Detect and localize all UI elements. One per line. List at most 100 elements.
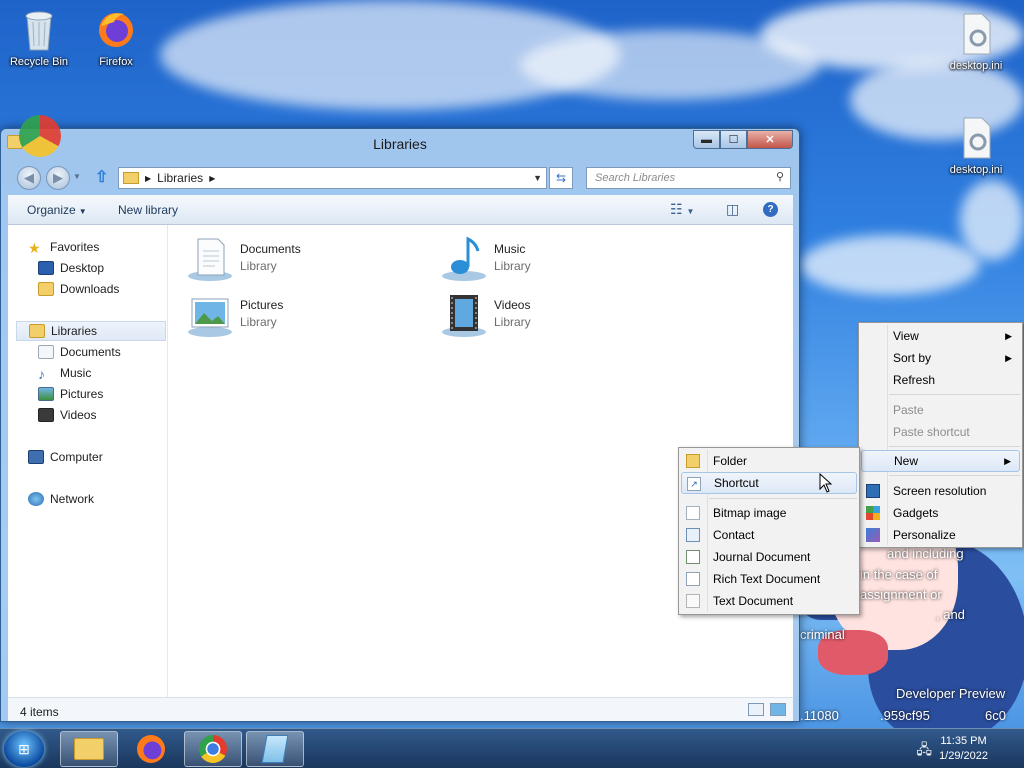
start-button[interactable]: ⊞ <box>4 731 44 767</box>
notepad-icon <box>261 735 289 763</box>
computer-icon <box>28 450 44 464</box>
network-tray-icon[interactable]: 🖧 <box>916 739 932 763</box>
library-type: Library <box>494 259 531 273</box>
details-view-button[interactable] <box>748 703 764 716</box>
close-button[interactable]: ✕ <box>747 130 793 149</box>
menu-item-new-bitmap[interactable]: Bitmap image <box>681 502 857 524</box>
menu-item-refresh[interactable]: Refresh <box>861 369 1020 391</box>
up-arrow-icon[interactable]: ⇧ <box>95 167 108 187</box>
library-item-music[interactable]: Music Library <box>440 235 531 283</box>
settings-file-icon <box>956 116 996 160</box>
wallpaper-text: , and <box>936 607 965 622</box>
gadgets-icon <box>866 506 880 520</box>
status-bar: 4 items <box>8 697 793 721</box>
large-icons-view-button[interactable] <box>770 703 786 716</box>
firefox-icon <box>96 8 136 52</box>
nav-label: Pictures <box>60 387 104 401</box>
nav-label: Network <box>50 492 95 506</box>
forward-button[interactable]: ▶ <box>46 166 70 190</box>
nav-libraries[interactable]: Libraries <box>16 321 166 341</box>
maximize-button[interactable]: ☐ <box>720 130 747 149</box>
monitor-icon <box>866 484 880 498</box>
library-item-pictures[interactable]: Pictures Library <box>186 291 283 339</box>
menu-item-new-text-document[interactable]: Text Document <box>681 590 857 612</box>
nav-favorites[interactable]: ★ Favorites <box>28 237 99 257</box>
menu-item-personalize[interactable]: Personalize <box>861 524 1020 546</box>
search-input[interactable]: Search Libraries ⚲ <box>586 167 791 189</box>
preview-pane-icon[interactable]: ◫ <box>726 201 739 218</box>
nav-pictures[interactable]: Pictures <box>38 384 103 404</box>
personalize-icon <box>866 528 880 542</box>
desktop-icon <box>38 261 54 275</box>
taskbar-firefox[interactable] <box>122 731 180 767</box>
nav-videos[interactable]: Videos <box>38 405 96 425</box>
chevron-down-icon[interactable]: ▼ <box>533 173 542 183</box>
clock[interactable]: 11:35 PM 1/29/2022 <box>939 734 988 764</box>
menu-item-new[interactable]: New ▶ <box>861 450 1020 472</box>
wallpaper-cloud <box>800 235 980 295</box>
explorer-window: Libraries ▬ ☐ ✕ ◀ ▶ ▼ ⇧ ▶ Libraries ▶ ▼ … <box>0 115 800 722</box>
library-folder-icon <box>123 172 139 184</box>
breadcrumb-libraries[interactable]: Libraries <box>157 171 203 185</box>
chevron-right-icon[interactable]: ▶ <box>209 174 215 183</box>
library-type: Library <box>240 259 277 273</box>
clock-time: 11:35 PM <box>940 735 987 747</box>
library-folder-icon <box>29 324 45 338</box>
menu-item-new-journal[interactable]: Journal Document <box>681 546 857 568</box>
menu-item-view[interactable]: View ▶ <box>861 325 1020 347</box>
nav-downloads[interactable]: Downloads <box>38 279 119 299</box>
search-icon[interactable]: ⚲ <box>776 170 784 183</box>
firefox-icon <box>137 735 165 763</box>
videos-icon <box>440 291 488 339</box>
chevron-right-icon: ▶ <box>1004 456 1011 466</box>
mouse-cursor <box>819 472 833 496</box>
wallpaper-text: assignment or <box>860 587 942 602</box>
menu-item-new-folder[interactable]: Folder <box>681 450 857 472</box>
new-library-button[interactable]: New library <box>118 203 178 217</box>
minimize-button[interactable]: ▬ <box>693 130 720 149</box>
nav-desktop[interactable]: Desktop <box>38 258 104 278</box>
nav-music[interactable]: ♪ Music <box>38 363 91 383</box>
desktop-icon-firefox[interactable]: Firefox <box>80 8 152 68</box>
view-options-icon[interactable]: ☷ ▼ <box>670 201 694 218</box>
library-name: Videos <box>494 298 531 312</box>
chevron-right-icon[interactable]: ▶ <box>145 174 151 183</box>
explorer-icon <box>74 738 104 760</box>
address-bar[interactable]: ▶ Libraries ▶ ▼ <box>118 167 547 189</box>
taskbar-chrome[interactable] <box>184 731 242 767</box>
nav-label: Libraries <box>51 324 98 338</box>
menu-item-new-rich-text[interactable]: Rich Text Document <box>681 568 857 590</box>
menu-item-sort-by[interactable]: Sort by ▶ <box>861 347 1020 369</box>
desktop-icon-desktop-ini[interactable]: desktop.ini <box>940 12 1012 72</box>
search-placeholder: Search Libraries <box>595 172 676 184</box>
nav-network[interactable]: Network <box>28 489 94 509</box>
library-item-videos[interactable]: Videos Library <box>440 291 531 339</box>
nav-computer[interactable]: Computer <box>28 447 103 467</box>
wallpaper-text: and including <box>887 546 964 561</box>
back-button[interactable]: ◀ <box>17 166 41 190</box>
recent-pages-dropdown[interactable]: ▼ <box>73 172 81 181</box>
taskbar: ⊞ 🖧 11:35 PM 1/29/2022 <box>0 728 1024 768</box>
text-document-icon <box>686 594 700 608</box>
organize-button[interactable]: Organize ▼ <box>27 203 87 217</box>
menu-item-new-contact[interactable]: Contact <box>681 524 857 546</box>
recycle-bin-icon <box>19 8 59 52</box>
shortcut-icon: ↗ <box>687 477 701 491</box>
nav-documents[interactable]: Documents <box>38 342 121 362</box>
help-icon[interactable]: ? <box>763 202 778 217</box>
taskbar-explorer[interactable] <box>60 731 118 767</box>
folder-icon <box>686 454 700 468</box>
nav-label: Desktop <box>60 261 105 275</box>
desktop-icon-desktop-ini[interactable]: desktop.ini <box>940 116 1012 176</box>
nav-label: Downloads <box>60 282 120 296</box>
library-item-documents[interactable]: Documents Library <box>186 235 301 283</box>
taskbar-notepad[interactable] <box>246 731 304 767</box>
menu-item-screen-resolution[interactable]: Screen resolution <box>861 480 1020 502</box>
nav-label: Favorites <box>50 240 100 254</box>
menu-item-gadgets[interactable]: Gadgets <box>861 502 1020 524</box>
desktop-icon-recycle-bin[interactable]: Recycle Bin <box>3 8 75 68</box>
contact-icon <box>686 528 700 542</box>
wallpaper-text: 6c0 <box>985 708 1006 723</box>
refresh-button[interactable]: ⇆ <box>549 167 573 189</box>
title-bar[interactable]: Libraries ▬ ☐ ✕ <box>1 115 799 159</box>
